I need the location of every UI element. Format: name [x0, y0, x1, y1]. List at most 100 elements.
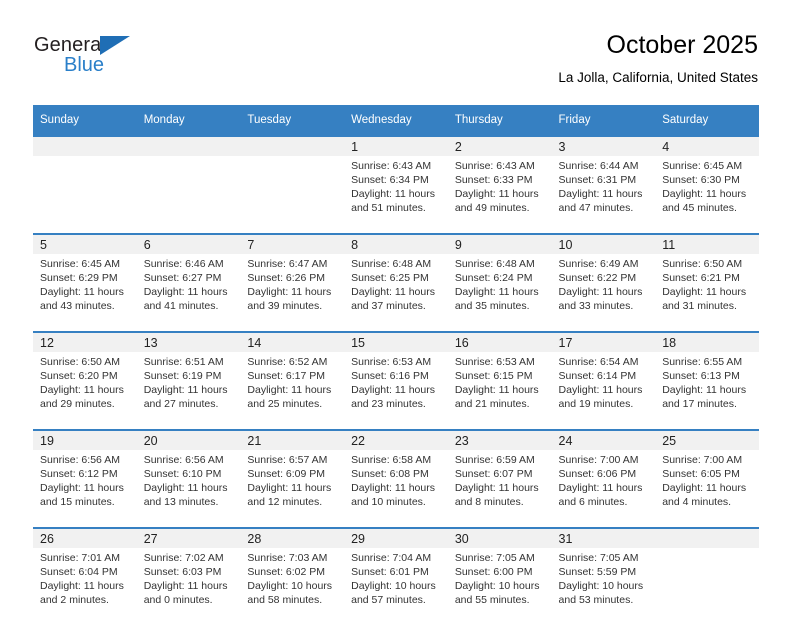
- day-cell[interactable]: Sunrise: 6:50 AM Sunset: 6:21 PM Dayligh…: [655, 254, 759, 332]
- day-cell[interactable]: Sunrise: 7:00 AM Sunset: 6:05 PM Dayligh…: [655, 450, 759, 528]
- daylight-text: Daylight: 11 hours: [143, 286, 228, 298]
- daylight-text: Daylight: 10 hours: [247, 580, 333, 592]
- day-cell[interactable]: [655, 548, 759, 625]
- sunset-text: Sunset: 6:26 PM: [247, 272, 326, 284]
- week-date-band: 26 27 28 29 30 31: [33, 527, 759, 548]
- title-block: October 2025 La Jolla, California, Unite…: [558, 30, 758, 88]
- sunset-text: Sunset: 6:34 PM: [351, 174, 429, 186]
- day-cell[interactable]: Sunrise: 6:51 AM Sunset: 6:19 PM Dayligh…: [136, 352, 241, 430]
- sunset-text: Sunset: 6:22 PM: [558, 272, 637, 284]
- daylight-text-cont: and 45 minutes.: [662, 202, 737, 214]
- day-cell[interactable]: Sunrise: 6:56 AM Sunset: 6:12 PM Dayligh…: [33, 450, 137, 528]
- day-cell[interactable]: Sunrise: 6:56 AM Sunset: 6:10 PM Dayligh…: [136, 450, 241, 528]
- day-cell[interactable]: Sunrise: 6:48 AM Sunset: 6:25 PM Dayligh…: [344, 254, 448, 332]
- daylight-text: Daylight: 11 hours: [351, 188, 435, 200]
- day-cell[interactable]: Sunrise: 6:58 AM Sunset: 6:08 PM Dayligh…: [344, 450, 448, 528]
- day-cell[interactable]: Sunrise: 6:49 AM Sunset: 6:22 PM Dayligh…: [551, 254, 656, 332]
- day-number: 31: [551, 527, 656, 548]
- day-cell[interactable]: Sunrise: 6:46 AM Sunset: 6:27 PM Dayligh…: [136, 254, 241, 332]
- sunset-text: Sunset: 6:25 PM: [351, 272, 429, 284]
- day-cell[interactable]: Sunrise: 6:44 AM Sunset: 6:31 PM Dayligh…: [551, 156, 656, 234]
- sunrise-text: Sunrise: 7:00 AM: [662, 454, 743, 466]
- daylight-text: Daylight: 11 hours: [40, 384, 124, 396]
- day-cell[interactable]: Sunrise: 7:00 AM Sunset: 6:06 PM Dayligh…: [551, 450, 656, 528]
- sunset-text: Sunset: 6:08 PM: [351, 468, 429, 480]
- day-number: 8: [344, 233, 448, 254]
- week-date-band: 12 13 14 15 16 17 18: [33, 331, 759, 352]
- daylight-text: Daylight: 11 hours: [143, 482, 228, 494]
- sunset-text: Sunset: 6:14 PM: [558, 370, 637, 382]
- day-cell[interactable]: Sunrise: 6:59 AM Sunset: 6:07 PM Dayligh…: [447, 450, 552, 528]
- weekday-header-tuesday: Tuesday: [240, 105, 345, 136]
- sunset-text: Sunset: 6:02 PM: [247, 566, 326, 578]
- day-cell[interactable]: Sunrise: 6:50 AM Sunset: 6:20 PM Dayligh…: [33, 352, 137, 430]
- day-cell[interactable]: Sunrise: 7:01 AM Sunset: 6:04 PM Dayligh…: [33, 548, 137, 625]
- week-date-band: 1 2 3 4: [33, 135, 759, 156]
- sunrise-text: Sunrise: 7:02 AM: [143, 552, 224, 564]
- sunset-text: Sunset: 6:19 PM: [143, 370, 222, 382]
- day-number: 11: [655, 233, 759, 254]
- daylight-text: Daylight: 11 hours: [40, 580, 124, 592]
- day-cell[interactable]: [240, 156, 345, 234]
- day-cell[interactable]: Sunrise: 7:04 AM Sunset: 6:01 PM Dayligh…: [344, 548, 448, 625]
- daylight-text-cont: and 47 minutes.: [558, 202, 634, 214]
- daylight-text: Daylight: 10 hours: [351, 580, 436, 592]
- day-cell[interactable]: [33, 156, 137, 234]
- sunrise-text: Sunrise: 6:48 AM: [351, 258, 432, 270]
- daylight-text: Daylight: 10 hours: [558, 580, 644, 592]
- day-cell[interactable]: Sunrise: 6:52 AM Sunset: 6:17 PM Dayligh…: [240, 352, 345, 430]
- calendar-table: Sunday Monday Tuesday Wednesday Thursday…: [33, 105, 759, 625]
- daylight-text-cont: and 53 minutes.: [558, 594, 634, 606]
- sunrise-text: Sunrise: 6:47 AM: [247, 258, 328, 270]
- sunset-text: Sunset: 6:01 PM: [351, 566, 429, 578]
- day-cell[interactable]: Sunrise: 6:55 AM Sunset: 6:13 PM Dayligh…: [655, 352, 759, 430]
- day-cell[interactable]: Sunrise: 6:53 AM Sunset: 6:16 PM Dayligh…: [344, 352, 448, 430]
- sunrise-text: Sunrise: 6:50 AM: [40, 356, 120, 368]
- day-cell[interactable]: Sunrise: 6:43 AM Sunset: 6:34 PM Dayligh…: [344, 156, 448, 234]
- weekday-header-monday: Monday: [136, 105, 241, 136]
- sunset-text: Sunset: 6:05 PM: [662, 468, 740, 480]
- day-cell[interactable]: Sunrise: 6:54 AM Sunset: 6:14 PM Dayligh…: [551, 352, 656, 430]
- daylight-text: Daylight: 11 hours: [662, 188, 747, 200]
- day-cell[interactable]: Sunrise: 6:45 AM Sunset: 6:29 PM Dayligh…: [33, 254, 137, 332]
- day-cell[interactable]: Sunrise: 6:45 AM Sunset: 6:30 PM Dayligh…: [655, 156, 759, 234]
- sunset-text: Sunset: 6:24 PM: [454, 272, 533, 284]
- daylight-text: Daylight: 11 hours: [40, 482, 124, 494]
- day-number: 18: [655, 331, 759, 352]
- day-cell[interactable]: Sunrise: 7:05 AM Sunset: 6:00 PM Dayligh…: [447, 548, 552, 625]
- daylight-text-cont: and 15 minutes.: [40, 496, 115, 508]
- day-number: 4: [655, 135, 759, 156]
- daylight-text-cont: and 12 minutes.: [247, 496, 323, 508]
- day-cell[interactable]: Sunrise: 6:43 AM Sunset: 6:33 PM Dayligh…: [447, 156, 552, 234]
- weekday-header-wednesday: Wednesday: [344, 105, 448, 136]
- day-number: 29: [344, 527, 448, 548]
- week-info-row: Sunrise: 6:45 AM Sunset: 6:29 PM Dayligh…: [33, 254, 759, 332]
- sunset-text: Sunset: 6:29 PM: [40, 272, 118, 284]
- sunset-text: Sunset: 6:27 PM: [143, 272, 222, 284]
- day-number: 21: [240, 429, 345, 450]
- day-number: 26: [33, 527, 137, 548]
- day-cell[interactable]: Sunrise: 6:57 AM Sunset: 6:09 PM Dayligh…: [240, 450, 345, 528]
- daylight-text-cont: and 37 minutes.: [351, 300, 426, 312]
- day-number: 25: [655, 429, 759, 450]
- sunrise-text: Sunrise: 7:03 AM: [247, 552, 328, 564]
- day-cell[interactable]: Sunrise: 6:47 AM Sunset: 6:26 PM Dayligh…: [240, 254, 345, 332]
- day-cell[interactable]: Sunrise: 7:02 AM Sunset: 6:03 PM Dayligh…: [136, 548, 241, 625]
- day-cell[interactable]: [136, 156, 241, 234]
- day-cell[interactable]: Sunrise: 6:53 AM Sunset: 6:15 PM Dayligh…: [447, 352, 552, 430]
- sunset-text: Sunset: 6:04 PM: [40, 566, 118, 578]
- day-cell[interactable]: Sunrise: 6:48 AM Sunset: 6:24 PM Dayligh…: [447, 254, 552, 332]
- daylight-text-cont: and 55 minutes.: [454, 594, 530, 606]
- general-blue-logo[interactable]: General Blue: [34, 34, 154, 86]
- day-number: 30: [447, 527, 552, 548]
- day-cell[interactable]: Sunrise: 7:05 AM Sunset: 5:59 PM Dayligh…: [551, 548, 656, 625]
- sunrise-text: Sunrise: 6:54 AM: [558, 356, 639, 368]
- sunset-text: Sunset: 6:30 PM: [662, 174, 740, 186]
- daylight-text: Daylight: 11 hours: [558, 286, 643, 298]
- day-number: 23: [447, 429, 552, 450]
- day-number: 24: [551, 429, 656, 450]
- day-cell[interactable]: Sunrise: 7:03 AM Sunset: 6:02 PM Dayligh…: [240, 548, 345, 625]
- daylight-text-cont: and 29 minutes.: [40, 398, 115, 410]
- day-number: 7: [240, 233, 345, 254]
- daylight-text: Daylight: 11 hours: [662, 286, 747, 298]
